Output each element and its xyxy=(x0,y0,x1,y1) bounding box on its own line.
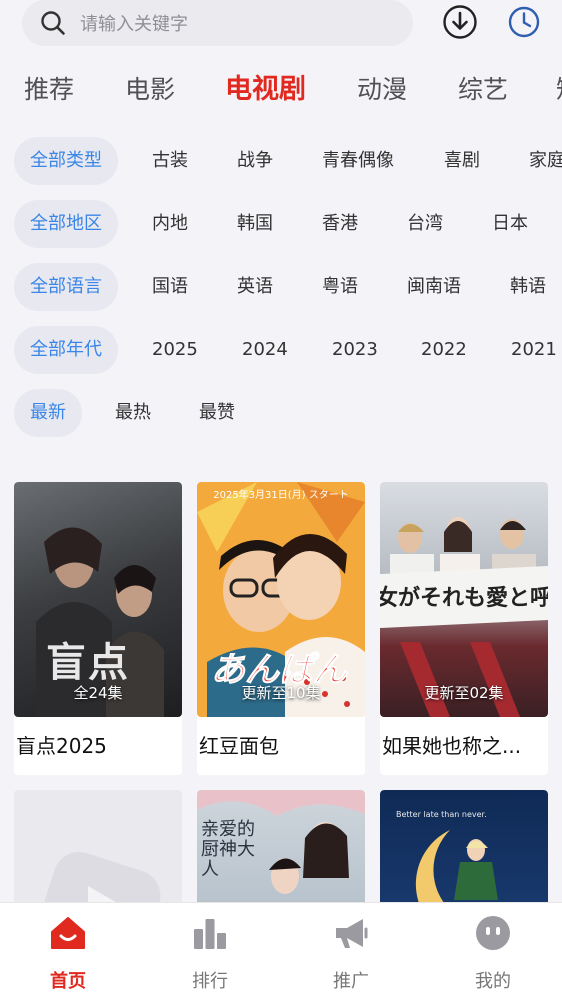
filter-chip[interactable]: 战争 xyxy=(237,137,273,185)
nav-home[interactable]: 首页 xyxy=(18,903,118,996)
app-screen: 请输入关键字 推荐 电影 电视剧 动漫 综艺 短 全部类型 古装 战争 青春偶像… xyxy=(0,0,562,996)
tab-short[interactable]: 短 xyxy=(556,68,562,112)
filter-chip[interactable]: 粤语 xyxy=(322,263,358,311)
top-bar: 请输入关键字 xyxy=(0,0,562,50)
episode-badge: 全24集 xyxy=(73,684,123,702)
download-icon[interactable] xyxy=(442,4,478,40)
category-tabs: 推荐 电影 电视剧 动漫 综艺 短 xyxy=(0,68,562,112)
filter-chip[interactable]: 韩语 xyxy=(510,263,546,311)
nav-label: 我的 xyxy=(475,971,511,992)
filter-chip[interactable]: 家庭 xyxy=(529,137,562,185)
filter-chip[interactable]: 喜剧 xyxy=(444,137,480,185)
card-title: 如果她也称之... xyxy=(382,734,522,758)
bottom-navigation: 首页 排行 推广 我的 xyxy=(0,902,562,996)
tab-tv-series[interactable]: 电视剧 xyxy=(225,68,306,112)
filter-chip[interactable]: 全部年代 xyxy=(14,326,118,374)
filter-row-type: 全部类型 古装 战争 青春偶像 喜剧 家庭 xyxy=(0,137,562,185)
card-title: 红豆面包 xyxy=(199,734,279,758)
search-icon xyxy=(41,11,65,35)
filter-chip[interactable]: 国语 xyxy=(152,263,188,311)
poster-title-text: 盲点 xyxy=(46,639,130,686)
poster-image: 女がそれも愛と呼 更新至02集 xyxy=(380,482,548,717)
sort-chip[interactable]: 最热 xyxy=(115,389,151,437)
nav-profile[interactable]: 我的 xyxy=(443,903,543,996)
video-card[interactable]: 女がそれも愛と呼 更新至02集 如果她也称之... xyxy=(380,482,548,775)
nav-label: 推广 xyxy=(333,971,369,992)
history-clock-icon[interactable] xyxy=(506,4,542,40)
nav-label: 首页 xyxy=(50,971,86,992)
filter-chip[interactable]: 全部地区 xyxy=(14,200,118,248)
nav-ranking[interactable]: 排行 xyxy=(160,903,260,996)
filter-chip[interactable]: 韩国 xyxy=(237,200,273,248)
poster-image: 盲点 全24集 xyxy=(14,482,182,717)
filter-chip[interactable]: 2025 xyxy=(152,326,198,374)
filter-row-year: 全部年代 2025 2024 2023 2022 2021 xyxy=(0,326,562,374)
poster-title-text: 亲爱的厨神大人 xyxy=(201,819,255,880)
tab-variety[interactable]: 综艺 xyxy=(458,68,508,112)
search-bar[interactable]: 请输入关键字 xyxy=(22,0,413,46)
filter-chip[interactable]: 日本 xyxy=(492,200,528,248)
filter-row-sort: 最新 最热 最赞 xyxy=(0,389,562,437)
filter-chip[interactable]: 2022 xyxy=(421,326,467,374)
nav-label: 排行 xyxy=(192,971,228,992)
filter-chip[interactable]: 全部类型 xyxy=(14,137,118,185)
tab-recommend[interactable]: 推荐 xyxy=(24,68,74,112)
tab-movies[interactable]: 电影 xyxy=(125,68,175,112)
filter-row-language: 全部语言 国语 英语 粤语 闽南语 韩语 xyxy=(0,263,562,311)
poster-top-text: 2025年3月31日(月) スタート xyxy=(213,490,349,501)
filter-row-region: 全部地区 内地 韩国 香港 台湾 日本 xyxy=(0,200,562,248)
filter-chip[interactable]: 青春偶像 xyxy=(322,137,394,185)
sort-chip[interactable]: 最赞 xyxy=(199,389,235,437)
filter-chip[interactable]: 全部语言 xyxy=(14,263,118,311)
filter-chip[interactable]: 古装 xyxy=(152,137,188,185)
video-card[interactable]: 2025年3月31日(月) スタート あんぱん 更新至10集 红豆面包 xyxy=(197,482,365,775)
filter-chip[interactable]: 台湾 xyxy=(407,200,443,248)
episode-badge: 更新至10集 xyxy=(241,684,321,702)
episode-badge: 更新至02集 xyxy=(424,684,504,702)
search-placeholder: 请输入关键字 xyxy=(80,14,188,35)
home-icon xyxy=(51,917,85,949)
poster-title-text: 女がそれも愛と呼 xyxy=(380,585,548,611)
megaphone-icon xyxy=(336,919,368,948)
bar-chart-icon xyxy=(194,919,226,949)
poster-caption-text: Better late than never. xyxy=(396,810,487,819)
filter-chip[interactable]: 英语 xyxy=(237,263,273,311)
nav-promote[interactable]: 推广 xyxy=(301,903,401,996)
filter-chip[interactable]: 闽南语 xyxy=(407,263,461,311)
filter-chip[interactable]: 2023 xyxy=(332,326,378,374)
profile-face-icon xyxy=(476,916,510,950)
poster-image: 2025年3月31日(月) スタート あんぱん 更新至10集 xyxy=(197,482,365,717)
video-card[interactable]: 盲点 全24集 盲点2025 xyxy=(14,482,182,775)
card-title: 盲点2025 xyxy=(16,734,107,758)
filter-chip[interactable]: 香港 xyxy=(322,200,358,248)
tab-anime[interactable]: 动漫 xyxy=(357,68,407,112)
filter-chip[interactable]: 2021 xyxy=(511,326,557,374)
sort-chip[interactable]: 最新 xyxy=(14,389,82,437)
filter-chip[interactable]: 2024 xyxy=(242,326,288,374)
filter-chip[interactable]: 内地 xyxy=(152,200,188,248)
